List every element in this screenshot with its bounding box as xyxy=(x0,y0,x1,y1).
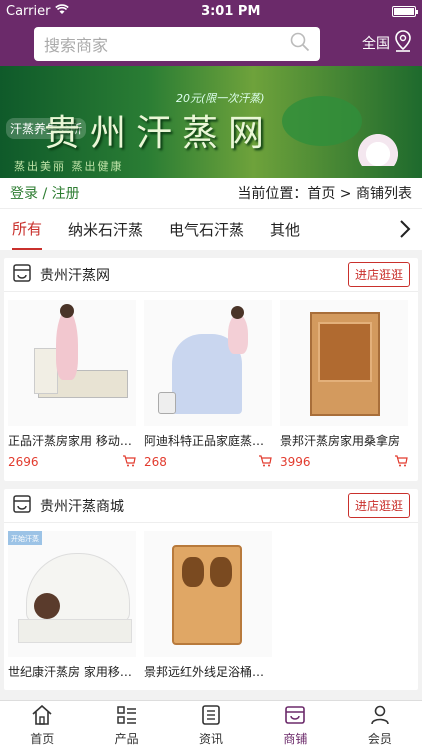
home-icon xyxy=(31,704,53,728)
product-image[interactable] xyxy=(8,300,136,426)
shop-header: 贵州汗蒸商城 进店逛逛 xyxy=(4,489,418,523)
product-item[interactable]: 正品汗蒸房家用 移动汗蒸箱 2696 xyxy=(8,300,136,471)
lotus-flower-decoration xyxy=(350,126,406,166)
news-icon xyxy=(200,704,222,728)
carrier-label: Carrier xyxy=(6,3,51,19)
tab-tourmaline[interactable]: 电气石汗蒸 xyxy=(169,219,244,240)
user-icon xyxy=(369,705,391,728)
product-image[interactable] xyxy=(144,300,272,426)
product-image[interactable]: 开始汗蒸 xyxy=(8,531,136,657)
product-item[interactable]: 开始汗蒸 世纪康汗蒸房 家用移动汗蒸 xyxy=(8,531,136,680)
product-price: 3996 xyxy=(280,454,311,469)
tab-label: 会员 xyxy=(367,731,392,746)
tab-all[interactable]: 所有 xyxy=(12,209,43,250)
status-time: 3:01 PM xyxy=(201,3,261,19)
tab-member[interactable]: 会员 xyxy=(338,701,422,750)
shop-icon xyxy=(284,705,306,728)
search-icon[interactable] xyxy=(290,32,310,56)
cart-icon[interactable] xyxy=(394,452,408,471)
search-input[interactable]: 搜索商家 xyxy=(44,32,108,56)
breadcrumb: 当前位置：首页 > 商铺列表 xyxy=(237,186,412,202)
product-name: 世纪康汗蒸房 家用移动汗蒸 xyxy=(8,665,136,679)
nav-bar: 搜索商家 全国 xyxy=(0,22,422,66)
cart-icon[interactable] xyxy=(122,452,136,471)
product-item[interactable]: 阿迪科特正品家庭蒸汽浴箱 268 xyxy=(144,300,272,471)
shop-name[interactable]: 贵州汗蒸网 xyxy=(40,265,110,285)
location-bar: 登录 / 注册 当前位置：首页 > 商铺列表 xyxy=(0,178,422,208)
wifi-icon xyxy=(55,3,70,19)
enter-shop-button[interactable]: 进店逛逛 xyxy=(347,262,410,287)
shop-card: 贵州汗蒸商城 进店逛逛 开始汗蒸 世纪康汗蒸房 家用移动汗蒸 景邦远红外线足浴桶… xyxy=(4,489,418,690)
product-badge: 开始汗蒸 xyxy=(8,531,42,545)
banner-slogan: 蒸出美丽 蒸出健康 xyxy=(14,160,124,173)
category-tabs: 所有 纳米石汗蒸 电气石汗蒸 其他 xyxy=(0,208,422,250)
product-item[interactable]: 景邦汗蒸房家用桑拿房 3996 xyxy=(280,300,408,471)
search-box[interactable]: 搜索商家 xyxy=(34,27,320,61)
tab-news[interactable]: 资讯 xyxy=(169,701,253,750)
product-image[interactable] xyxy=(144,531,272,657)
tab-label: 商铺 xyxy=(283,731,308,746)
bottom-tab-bar: 首页 产品 资讯 商铺 会员 xyxy=(0,700,422,750)
product-price: 268 xyxy=(144,454,167,469)
tab-home[interactable]: 首页 xyxy=(0,701,84,750)
tab-nano-stone[interactable]: 纳米石汗蒸 xyxy=(68,219,143,240)
shop-header: 贵州汗蒸网 进店逛逛 xyxy=(4,258,418,292)
shop-card: 贵州汗蒸网 进店逛逛 正品汗蒸房家用 移动汗蒸箱 2696 xyxy=(4,258,418,481)
product-list: 开始汗蒸 世纪康汗蒸房 家用移动汗蒸 景邦远红外线足浴桶足疗 xyxy=(4,523,418,690)
product-list: 正品汗蒸房家用 移动汗蒸箱 2696 阿迪科特正品家庭蒸汽浴箱 268 xyxy=(4,292,418,481)
location-pin-icon xyxy=(394,30,412,56)
tab-label: 首页 xyxy=(30,731,55,746)
product-name: 正品汗蒸房家用 移动汗蒸箱 xyxy=(8,434,136,448)
chevron-right-icon[interactable] xyxy=(398,219,412,243)
tab-products[interactable]: 产品 xyxy=(84,701,168,750)
region-label: 全国 xyxy=(362,36,390,52)
battery-icon xyxy=(391,5,418,17)
status-bar: Carrier 3:01 PM xyxy=(0,0,422,22)
product-name: 景邦汗蒸房家用桑拿房 xyxy=(280,434,401,448)
tab-shops[interactable]: 商铺 xyxy=(253,701,337,750)
product-price: 2696 xyxy=(8,454,39,469)
login-register-link[interactable]: 登录 / 注册 xyxy=(10,183,80,203)
product-name: 阿迪科特正品家庭蒸汽浴箱 xyxy=(144,434,272,448)
product-image[interactable] xyxy=(280,300,408,426)
banner-title: 贵州汗蒸网 xyxy=(44,113,275,154)
tab-label: 资讯 xyxy=(199,731,224,746)
shop-icon xyxy=(12,494,32,518)
cart-icon[interactable] xyxy=(258,452,272,471)
product-name: 景邦远红外线足浴桶足疗 xyxy=(144,665,272,679)
shop-name[interactable]: 贵州汗蒸商城 xyxy=(40,496,124,516)
region-selector[interactable]: 全国 xyxy=(362,30,412,56)
promo-banner[interactable]: 汗蒸养生会所 20元(限一次汗蒸) 贵州汗蒸网 蒸出美丽 蒸出健康 xyxy=(0,66,422,178)
enter-shop-button[interactable]: 进店逛逛 xyxy=(347,493,410,518)
tab-other[interactable]: 其他 xyxy=(270,219,300,240)
product-item[interactable]: 景邦远红外线足浴桶足疗 xyxy=(144,531,272,680)
list-icon xyxy=(116,705,138,728)
shop-icon xyxy=(12,263,32,287)
tab-label: 产品 xyxy=(114,731,139,746)
